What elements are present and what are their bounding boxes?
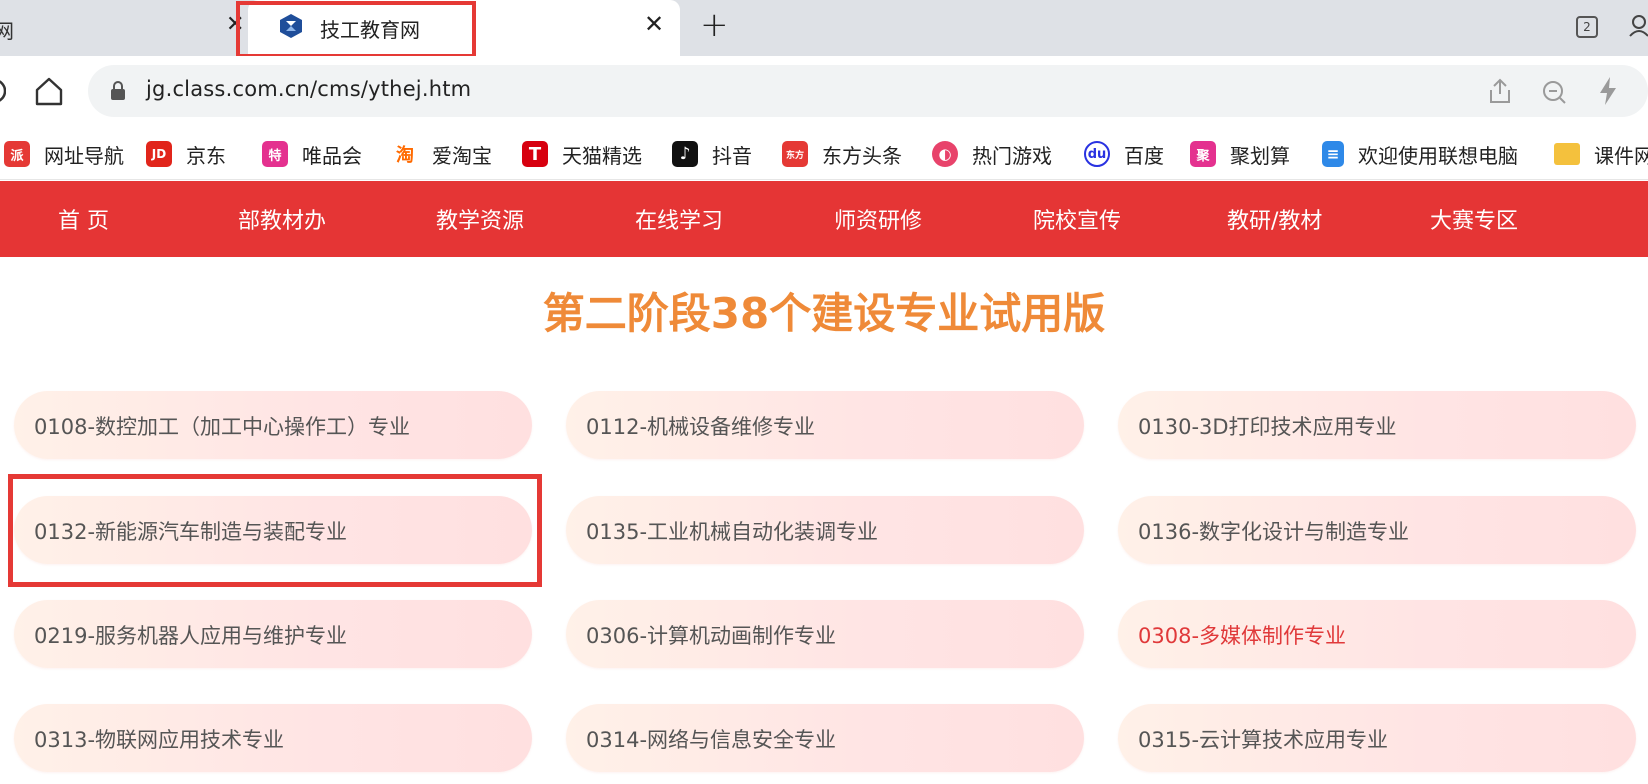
major-label: 0308-多媒体制作专业 (1138, 624, 1347, 648)
nav-dasai-zhuanqu[interactable]: 大赛专区 (1430, 203, 1518, 235)
nav-zaixian-xuexi[interactable]: 在线学习 (635, 203, 723, 235)
bookmark-taobao[interactable]: 淘 爱淘宝 (392, 128, 492, 180)
juhuasuan-icon: 聚 (1190, 141, 1216, 167)
bookmark-label: 欢迎使用联想电脑 (1358, 143, 1518, 168)
bookmark-douyin[interactable]: ♪ 抖音 (672, 128, 752, 180)
tmall-icon: T (522, 141, 548, 167)
site-nav: 首 页 部教材办 教学资源 在线学习 师资研修 院校宣传 教研/教材 大赛专区 (0, 181, 1648, 257)
tab-close-icon[interactable]: ✕ (644, 12, 664, 36)
bookmark-label: 课件网 (1594, 143, 1648, 168)
bookmark-label: 京东 (186, 143, 226, 168)
major-label: 0219-服务机器人应用与维护专业 (34, 624, 348, 648)
bookmark-baidu[interactable]: du 百度 (1084, 128, 1164, 180)
dongfang-icon: 东方 (782, 141, 808, 167)
bookmark-vip[interactable]: 特 唯品会 (262, 128, 362, 180)
douyin-icon: ♪ (672, 141, 698, 167)
address-bar[interactable]: jg.class.com.cn/cms/ythej.htm (88, 65, 1648, 117)
nav-jiaoxue-ziyuan[interactable]: 教学资源 (436, 203, 524, 235)
profile-icon[interactable] (1628, 14, 1648, 38)
baidu-paw-icon: du (1084, 141, 1110, 167)
major-label: 0112-机械设备维修专业 (586, 415, 816, 439)
major-item[interactable]: 0315-云计算技术应用专业 (1118, 704, 1636, 772)
tab-count-button[interactable]: 2 (1576, 16, 1598, 38)
major-label: 0314-网络与信息安全专业 (586, 728, 837, 752)
bookmarks-bar: 派 网址导航 JD 京东 特 唯品会 淘 爱淘宝 T 天猫精选 ♪ 抖音 东方 … (0, 128, 1648, 180)
bookmark-dongfang[interactable]: 东方 东方头条 (782, 128, 902, 180)
browser-toolbar: jg.class.com.cn/cms/ythej.htm (0, 56, 1648, 128)
lock-icon[interactable] (110, 81, 126, 101)
zoom-out-icon[interactable] (1540, 78, 1568, 106)
major-label: 0313-物联网应用技术专业 (34, 728, 285, 752)
tab-highlight-frame (236, 1, 476, 58)
lightning-icon[interactable] (1596, 76, 1620, 106)
nav-home[interactable]: 首 页 (58, 203, 109, 235)
game-icon: ◐ (932, 141, 958, 167)
nav-yuanxiao-xuanchuan[interactable]: 院校宣传 (1033, 203, 1121, 235)
major-highlight-frame (8, 474, 542, 587)
bookmark-label: 东方头条 (822, 143, 902, 168)
major-item[interactable]: 0306-计算机动画制作专业 (566, 600, 1084, 668)
major-item-active[interactable]: 0308-多媒体制作专业 (1118, 600, 1636, 668)
tab-strip: 网 ✕ 技工教育网 ✕ + 2 (0, 0, 1648, 58)
jd-icon: JD (146, 141, 172, 167)
nav-jiaoyan-jiaocai[interactable]: 教研/教材 (1227, 203, 1322, 235)
bookmark-label: 聚划算 (1230, 143, 1290, 168)
bookmark-jd[interactable]: JD 京东 (146, 128, 226, 180)
major-item[interactable]: 0313-物联网应用技术专业 (14, 704, 532, 772)
taobao-icon: 淘 (392, 141, 418, 167)
major-label: 0135-工业机械自动化装调专业 (586, 520, 879, 544)
major-item[interactable]: 0219-服务机器人应用与维护专业 (14, 600, 532, 668)
major-item[interactable]: 0136-数字化设计与制造专业 (1118, 496, 1636, 564)
major-label: 0108-数控加工（加工中心操作工）专业 (34, 415, 411, 439)
major-label: 0306-计算机动画制作专业 (586, 624, 837, 648)
nav-shizi-yanxiu[interactable]: 师资研修 (834, 203, 922, 235)
bookmark-tmall[interactable]: T 天猫精选 (522, 128, 642, 180)
document-icon: ≡ (1322, 141, 1344, 167)
bookmark-label: 百度 (1124, 143, 1164, 168)
bookmark-label: 唯品会 (302, 143, 362, 168)
vip-icon: 特 (262, 141, 288, 167)
major-label: 0130-3D打印技术应用专业 (1138, 415, 1397, 439)
new-tab-button[interactable]: + (700, 8, 729, 42)
folder-icon (1554, 143, 1580, 165)
major-item[interactable]: 0130-3D打印技术应用专业 (1118, 391, 1636, 459)
major-label: 0136-数字化设计与制造专业 (1138, 520, 1410, 544)
bookmark-label: 热门游戏 (972, 143, 1052, 168)
major-item[interactable]: 0314-网络与信息安全专业 (566, 704, 1084, 772)
bookmark-label: 网址导航 (44, 143, 124, 168)
page-title: 第二阶段38个建设专业试用版 (542, 289, 1106, 338)
bookmark-label: 抖音 (712, 143, 752, 168)
major-label: 0315-云计算技术应用专业 (1138, 728, 1389, 752)
major-item[interactable]: 0135-工业机械自动化装调专业 (566, 496, 1084, 564)
bookmark-kejian[interactable]: 课件网 (1554, 128, 1648, 180)
url-text[interactable]: jg.class.com.cn/cms/ythej.htm (146, 77, 471, 101)
bookmark-label: 爱淘宝 (432, 143, 492, 168)
wangzhi-daohang-icon: 派 (4, 141, 30, 167)
tab-previous[interactable]: 网 ✕ (0, 0, 248, 56)
bookmark-wangzhi-daohang[interactable]: 派 网址导航 (4, 128, 124, 180)
bookmark-remen-youxi[interactable]: ◐ 热门游戏 (932, 128, 1052, 180)
major-item[interactable]: 0112-机械设备维修专业 (566, 391, 1084, 459)
reload-icon[interactable] (0, 74, 6, 108)
nav-bujiaocaiban[interactable]: 部教材办 (238, 203, 326, 235)
bookmark-lenovo[interactable]: ≡ 欢迎使用联想电脑 (1322, 128, 1518, 180)
bookmark-juhuasuan[interactable]: 聚 聚划算 (1190, 128, 1290, 180)
bookmark-label: 天猫精选 (562, 143, 642, 168)
major-item[interactable]: 0108-数控加工（加工中心操作工）专业 (14, 391, 532, 459)
tab-previous-title: 网 (0, 19, 14, 43)
share-icon[interactable] (1486, 77, 1514, 105)
home-icon[interactable] (32, 74, 66, 108)
